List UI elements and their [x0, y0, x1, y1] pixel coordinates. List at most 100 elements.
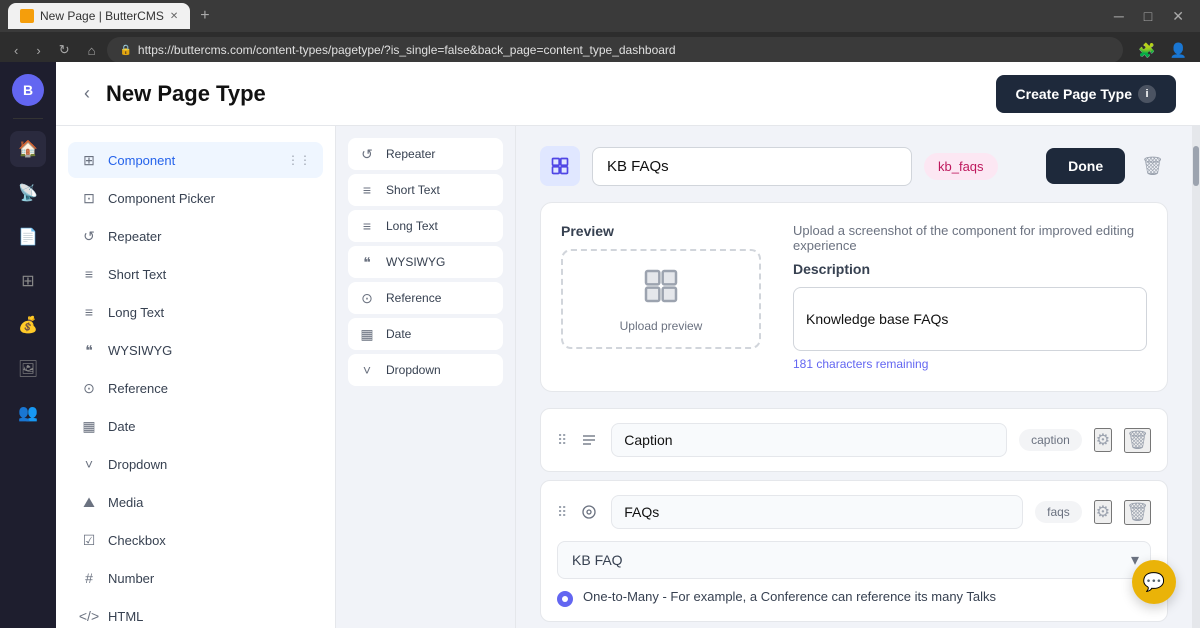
- caption-field-icon: [579, 430, 599, 450]
- field-type-component-picker-label: Component Picker: [108, 191, 215, 206]
- field-type-component-picker[interactable]: ⊡ Component Picker: [68, 180, 323, 216]
- field-type-reference-label: Reference: [108, 381, 168, 396]
- description-input[interactable]: [793, 287, 1147, 351]
- delete-component-button[interactable]: 🗑: [1137, 152, 1168, 181]
- inner-wysiwyg-icon: ❝: [358, 253, 376, 271]
- done-button[interactable]: Done: [1046, 148, 1125, 184]
- field-type-wysiwyg[interactable]: ❝ WYSIWYG: [68, 332, 323, 368]
- profile-button[interactable]: 👤: [1165, 40, 1192, 61]
- inner-field-date[interactable]: ▦ Date: [348, 318, 503, 350]
- sidebar-users-icon[interactable]: 👥: [10, 395, 46, 431]
- field-type-media[interactable]: ⛰ Media: [68, 484, 323, 520]
- field-types-sidebar: ⊞ Component ⋮⋮ ⊡ Component Picker ↺ Repe…: [56, 126, 336, 628]
- nav-home-button[interactable]: ⌂: [82, 39, 102, 62]
- sidebar-divider-1: [13, 118, 43, 119]
- inner-wysiwyg-label: WYSIWYG: [386, 255, 445, 269]
- chars-remaining: 181 characters remaining: [793, 357, 1147, 371]
- field-type-long-text[interactable]: ≡ Long Text: [68, 294, 323, 330]
- faqs-field-card: ⠿ faqs ⚙ 🗑: [540, 480, 1168, 622]
- slug-badge: kb_faqs: [924, 153, 998, 180]
- inner-field-repeater[interactable]: ↺ Repeater: [348, 138, 503, 170]
- inner-dropdown-label: Dropdown: [386, 363, 441, 377]
- field-type-html[interactable]: </> HTML: [68, 598, 323, 628]
- sidebar-home-icon[interactable]: 🏠: [10, 131, 46, 167]
- inner-short-text-icon: ≡: [358, 181, 376, 199]
- field-type-number-label: Number: [108, 571, 154, 586]
- inner-field-long-text[interactable]: ≡ Long Text: [348, 210, 503, 242]
- maximize-button[interactable]: □: [1136, 6, 1160, 27]
- nav-forward-button[interactable]: ›: [30, 39, 46, 62]
- field-type-short-text[interactable]: ≡ Short Text: [68, 256, 323, 292]
- faqs-slug: faqs: [1035, 501, 1082, 523]
- sidebar-pages-icon[interactable]: 📄: [10, 219, 46, 255]
- tab-close-btn[interactable]: ✕: [170, 11, 178, 22]
- nav-back-button[interactable]: ‹: [8, 39, 24, 62]
- faqs-delete-button[interactable]: 🗑: [1124, 500, 1151, 525]
- date-icon: ▦: [80, 417, 98, 435]
- caption-drag-handle[interactable]: ⠿: [557, 432, 567, 449]
- main-content: ⊞ Component ⋮⋮ ⊡ Component Picker ↺ Repe…: [56, 126, 1200, 628]
- description-box: Description 181 characters remaining: [793, 261, 1147, 371]
- nav-refresh-button[interactable]: ↻: [53, 38, 76, 62]
- scroll-thumb: [1193, 146, 1199, 186]
- create-page-type-button[interactable]: Create Page Type i: [996, 75, 1176, 113]
- caption-field-card: ⠿ caption ⚙ 🗑: [540, 408, 1168, 472]
- field-type-component-label: Component: [108, 153, 175, 168]
- faqs-drag-handle[interactable]: ⠿: [557, 504, 567, 521]
- field-type-repeater[interactable]: ↺ Repeater: [68, 218, 323, 254]
- browser-tab[interactable]: New Page | ButterCMS ✕: [8, 3, 190, 29]
- field-type-checkbox[interactable]: ☑ Checkbox: [68, 522, 323, 558]
- preview-section: Preview Upload preview: [540, 202, 1168, 392]
- inner-short-text-label: Short Text: [386, 183, 440, 197]
- upload-preview-button[interactable]: Upload preview: [561, 249, 761, 349]
- caption-slug: caption: [1019, 429, 1082, 451]
- caption-delete-button[interactable]: 🗑: [1124, 428, 1151, 453]
- page-header: ‹ New Page Type Create Page Type i: [56, 62, 1200, 126]
- faqs-reference-select[interactable]: KB FAQ: [557, 541, 1151, 579]
- inner-field-wysiwyg[interactable]: ❝ WYSIWYG: [348, 246, 503, 278]
- long-text-icon: ≡: [80, 303, 98, 321]
- extensions-button[interactable]: 🧩: [1133, 40, 1160, 61]
- close-window-button[interactable]: ✕: [1164, 6, 1192, 27]
- new-tab-button[interactable]: +: [194, 7, 215, 25]
- component-icon-box: [540, 146, 580, 186]
- sidebar-content-icon[interactable]: ⊞: [10, 263, 46, 299]
- component-picker-icon: ⊡: [80, 189, 98, 207]
- faqs-field-icon: [579, 502, 599, 522]
- inner-field-short-text[interactable]: ≡ Short Text: [348, 174, 503, 206]
- faqs-settings-button[interactable]: ⚙: [1094, 500, 1112, 524]
- field-type-date[interactable]: ▦ Date: [68, 408, 323, 444]
- field-type-reference[interactable]: ⊙ Reference: [68, 370, 323, 406]
- caption-settings-button[interactable]: ⚙: [1094, 428, 1112, 452]
- scroll-indicator: [1192, 126, 1200, 628]
- component-name-row: kb_faqs Done 🗑: [540, 146, 1168, 186]
- faqs-field-input[interactable]: [611, 495, 1023, 529]
- inner-repeater-label: Repeater: [386, 147, 435, 161]
- back-button[interactable]: ‹: [80, 79, 94, 108]
- checkbox-icon: ☑: [80, 531, 98, 549]
- address-bar[interactable]: 🔒 https://buttercms.com/content-types/pa…: [107, 37, 1123, 63]
- url-text: https://buttercms.com/content-types/page…: [138, 43, 676, 57]
- inner-field-dropdown[interactable]: ˅ Dropdown: [348, 354, 503, 386]
- user-avatar[interactable]: B: [12, 74, 44, 106]
- sidebar-commerce-icon[interactable]: 💰: [10, 307, 46, 343]
- caption-field-input[interactable]: [611, 423, 1007, 457]
- sidebar-blog-icon[interactable]: 📡: [10, 175, 46, 211]
- field-type-html-label: HTML: [108, 609, 143, 624]
- inner-field-reference[interactable]: ⊙ Reference: [348, 282, 503, 314]
- inner-date-icon: ▦: [358, 325, 376, 343]
- field-type-number[interactable]: # Number: [68, 560, 323, 596]
- field-type-dropdown[interactable]: ˅ Dropdown: [68, 446, 323, 482]
- tab-favicon: [20, 9, 34, 23]
- faqs-reference-row: KB FAQ ▾ One-to-Many - For example, a Co…: [557, 541, 1151, 607]
- inner-long-text-icon: ≡: [358, 217, 376, 235]
- field-type-short-text-label: Short Text: [108, 267, 166, 282]
- sidebar-media-icon[interactable]: 🖼: [10, 351, 46, 387]
- app-sidebar: B 🏠 📡 📄 ⊞ 💰 🖼 👥: [0, 62, 56, 628]
- field-type-component[interactable]: ⊞ Component ⋮⋮: [68, 142, 323, 178]
- upload-icon: [641, 266, 681, 313]
- minimize-button[interactable]: ─: [1106, 6, 1132, 27]
- wysiwyg-icon: ❝: [80, 341, 98, 359]
- component-name-input[interactable]: [592, 147, 912, 186]
- chat-bubble-button[interactable]: 💬: [1132, 560, 1176, 604]
